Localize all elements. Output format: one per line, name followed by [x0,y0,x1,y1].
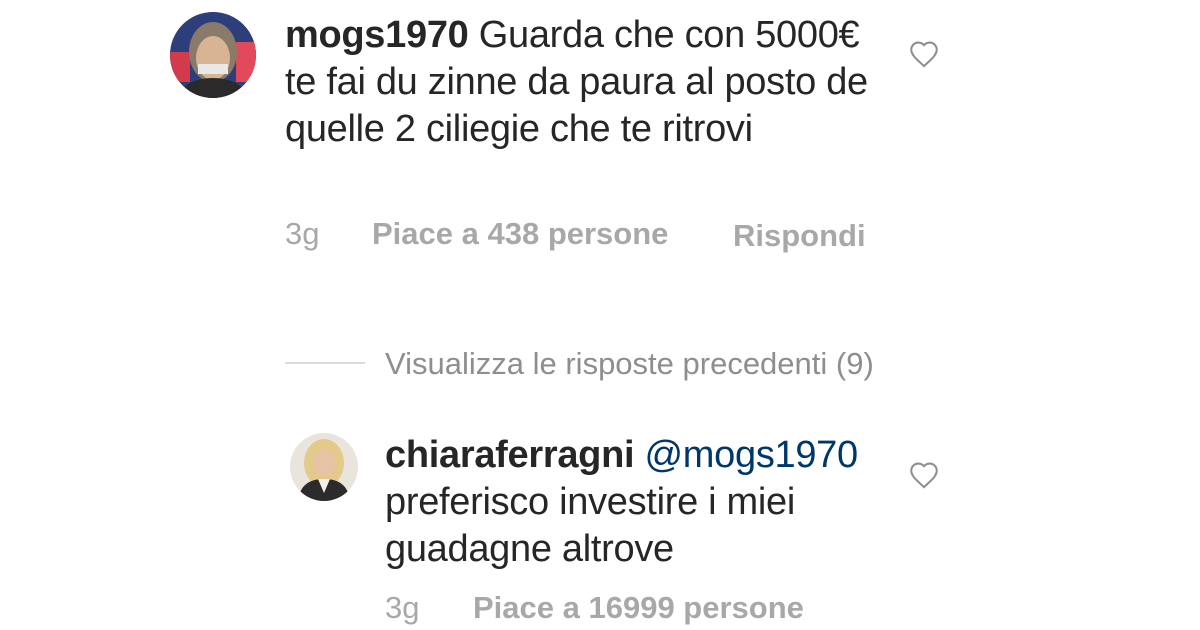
comment-likes-link[interactable]: Piace a 16999 persone [473,590,804,626]
heart-outline-icon[interactable] [908,461,940,489]
replies-divider [285,362,365,364]
comment-timestamp: 3g [385,590,420,625]
view-previous-replies-button[interactable]: Visualizza le risposte precedenti (9) [385,346,874,382]
comment-timestamp: 3g [285,216,320,251]
heart-outline-icon[interactable] [908,40,940,68]
user-avatar-icon [170,12,256,98]
avatar[interactable] [290,433,358,501]
comment-text: mogs1970 Guarda che con 5000€ te fai du … [285,12,895,153]
comment-username[interactable]: chiaraferragni [385,434,635,476]
comment-body: preferisco investire i miei guadagne alt… [385,481,796,570]
comment-username[interactable]: mogs1970 [285,14,469,56]
comment-likes-link[interactable]: Piace a 438 persone [372,216,668,252]
comment-text: chiaraferragni @mogs1970 preferisco inve… [385,432,885,573]
user-avatar-icon [290,433,358,501]
reply-button[interactable]: Rispondi [733,216,866,256]
comment-mention[interactable]: @mogs1970 [645,434,859,476]
avatar[interactable] [170,12,256,98]
